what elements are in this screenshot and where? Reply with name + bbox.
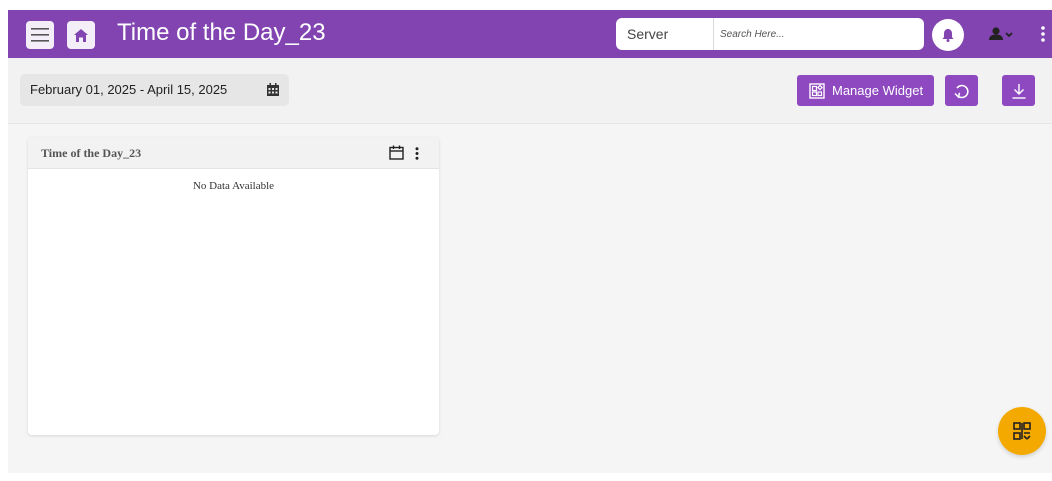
calendar-icon [267, 83, 279, 96]
qr-scan-button[interactable] [998, 407, 1046, 455]
hamburger-icon [31, 28, 49, 42]
user-icon [989, 27, 1013, 40]
home-icon [74, 28, 88, 42]
user-menu-button[interactable] [986, 22, 1016, 46]
widget-calendar-button[interactable] [389, 145, 404, 160]
manage-widget-label: Manage Widget [832, 83, 924, 98]
download-button[interactable] [1002, 75, 1035, 106]
widget-header: Time of the Day_23 [28, 137, 439, 169]
date-range-picker[interactable]: February 01, 2025 - April 15, 2025 [20, 74, 289, 106]
empty-state-message: No Data Available [192, 180, 275, 192]
search-bar: Server [616, 18, 924, 50]
manage-widget-button[interactable]: Manage Widget [797, 75, 934, 106]
widget-more-button[interactable] [412, 145, 422, 161]
reset-icon [953, 84, 969, 98]
download-icon [1012, 83, 1025, 99]
date-range-text: February 01, 2025 - April 15, 2025 [30, 82, 228, 97]
page-title: Time of the Day_23 [117, 19, 326, 46]
filter-bar: February 01, 2025 - April 15, 2025 Manag… [8, 58, 1052, 124]
search-input[interactable] [714, 18, 924, 50]
kebab-icon [1041, 26, 1045, 42]
menu-button[interactable] [26, 21, 54, 49]
notifications-button[interactable] [932, 19, 964, 51]
bell-icon [942, 28, 954, 42]
reset-button[interactable] [945, 75, 978, 106]
widget-card: Time of the Day_23 No Data Available [28, 137, 439, 435]
widget-icon [809, 82, 825, 99]
server-select[interactable]: Server [616, 18, 714, 50]
top-bar: Time of the Day_23 Server [8, 10, 1052, 58]
calendar-icon [389, 145, 404, 160]
more-options-button[interactable] [1036, 22, 1050, 46]
kebab-icon [415, 146, 419, 160]
app-window: Time of the Day_23 Server Search Here...… [8, 10, 1052, 473]
widget-title: Time of the Day_23 [41, 146, 142, 160]
home-button[interactable] [67, 21, 95, 49]
qr-icon [1013, 422, 1031, 440]
